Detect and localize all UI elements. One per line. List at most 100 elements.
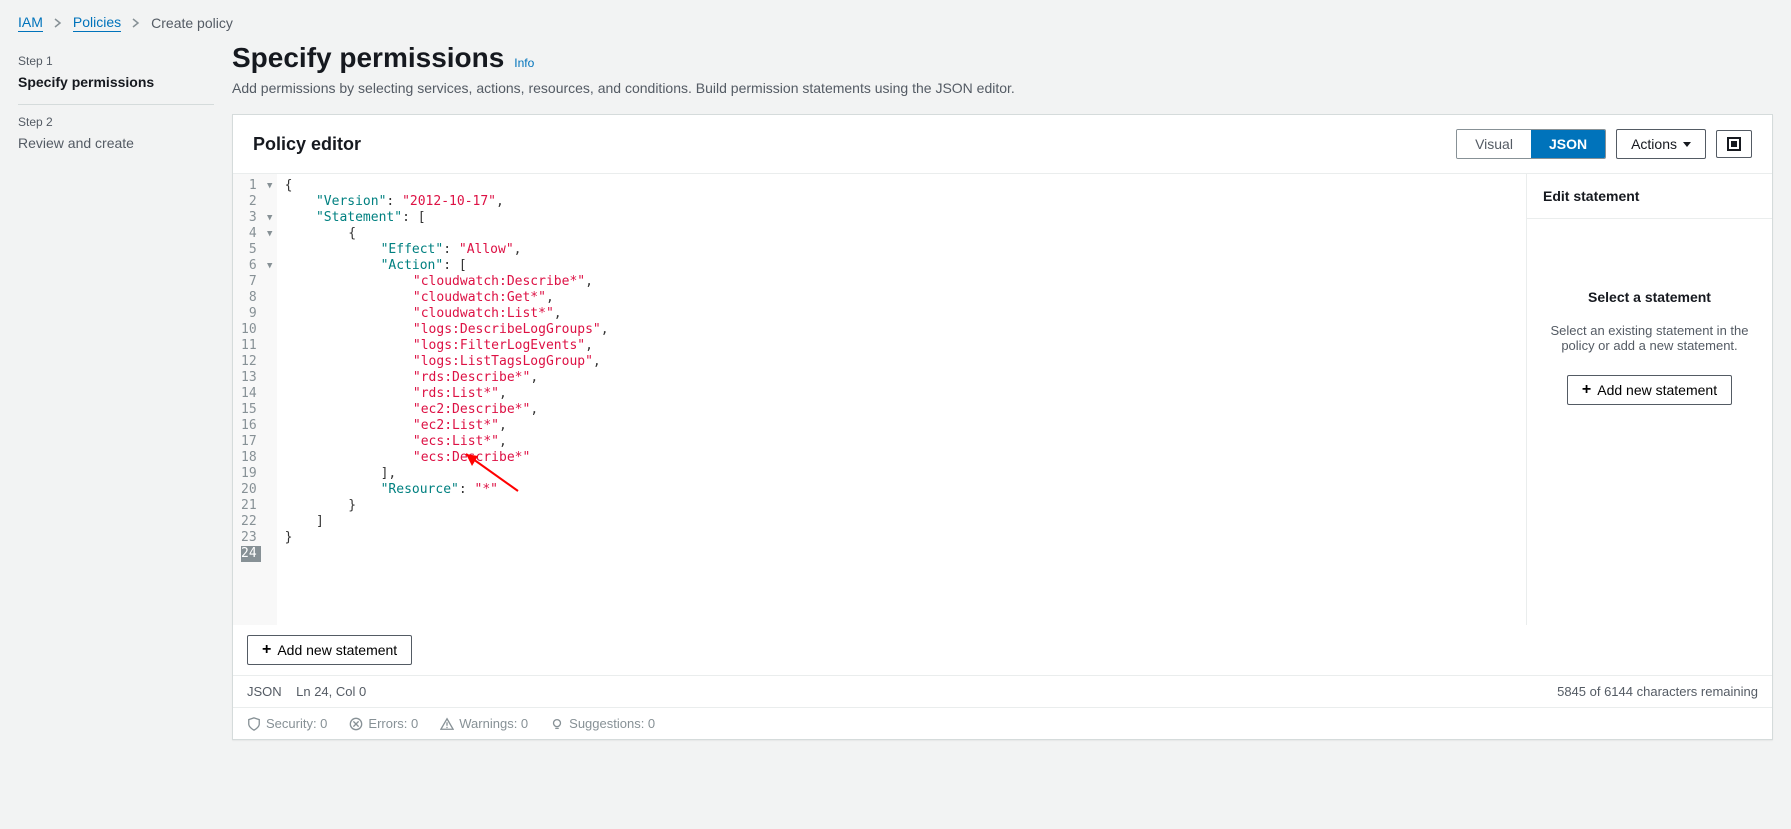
code-line[interactable]: "logs:ListTagsLogGroup", — [285, 354, 1518, 370]
line-number[interactable]: 18 — [241, 450, 261, 466]
code-line[interactable]: "Version": "2012-10-17", — [285, 194, 1518, 210]
code-line[interactable]: } — [285, 498, 1518, 514]
breadcrumb-policies[interactable]: Policies — [73, 14, 121, 32]
code-line[interactable]: "ec2:Describe*", — [285, 402, 1518, 418]
fold-toggle — [263, 530, 277, 546]
sidepanel-add-label: Add new statement — [1597, 382, 1717, 398]
fullscreen-icon — [1727, 137, 1741, 151]
line-number[interactable]: 20 — [241, 482, 261, 498]
code-line[interactable]: "ec2:List*", — [285, 418, 1518, 434]
line-number[interactable]: 3 — [241, 210, 261, 226]
line-number[interactable]: 1 — [241, 178, 261, 194]
line-number[interactable]: 5 — [241, 242, 261, 258]
code-line[interactable]: "rds:Describe*", — [285, 370, 1518, 386]
fold-toggle — [263, 498, 277, 514]
sidepanel-empty-title: Select a statement — [1588, 289, 1711, 305]
caret-down-icon — [1683, 142, 1691, 147]
policy-editor-panel: Policy editor Visual JSON Actions — [232, 114, 1773, 740]
page-header: Specify permissions Info Add permissions… — [232, 42, 1773, 96]
status-errors[interactable]: Errors: 0 — [349, 716, 418, 731]
fold-toggle[interactable]: ▼ — [263, 178, 277, 194]
actions-dropdown[interactable]: Actions — [1616, 129, 1706, 159]
code-line[interactable]: { — [285, 226, 1518, 242]
line-number[interactable]: 15 — [241, 402, 261, 418]
code-line[interactable]: "logs:FilterLogEvents", — [285, 338, 1518, 354]
fold-toggle[interactable]: ▼ — [263, 226, 277, 242]
code-line[interactable]: ], — [285, 466, 1518, 482]
fold-toggle — [263, 450, 277, 466]
line-number[interactable]: 24 — [241, 546, 261, 562]
line-number[interactable]: 13 — [241, 370, 261, 386]
breadcrumb-current: Create policy — [151, 15, 233, 31]
tab-visual[interactable]: Visual — [1457, 130, 1531, 158]
sidepanel-add-statement-button[interactable]: + Add new statement — [1567, 375, 1732, 405]
code-line[interactable]: "ecs:Describe*" — [285, 450, 1518, 466]
line-number[interactable]: 7 — [241, 274, 261, 290]
wizard-steps: Step 1 Specify permissions Step 2 Review… — [0, 38, 232, 748]
code-line[interactable]: "cloudwatch:Describe*", — [285, 274, 1518, 290]
line-number[interactable]: 17 — [241, 434, 261, 450]
line-number[interactable]: 4 — [241, 226, 261, 242]
code-line[interactable]: ] — [285, 514, 1518, 530]
fold-toggle — [263, 386, 277, 402]
code-line[interactable]: "logs:DescribeLogGroups", — [285, 322, 1518, 338]
code-line[interactable]: "Action": [ — [285, 258, 1518, 274]
shield-icon — [247, 717, 261, 731]
code-line[interactable]: "cloudwatch:Get*", — [285, 290, 1518, 306]
json-editor[interactable]: 123456789101112131415161718192021222324 … — [233, 174, 1526, 625]
fold-toggle — [263, 482, 277, 498]
code-line[interactable]: "Effect": "Allow", — [285, 242, 1518, 258]
plus-icon: + — [1582, 383, 1591, 397]
line-number[interactable]: 19 — [241, 466, 261, 482]
fold-toggle — [263, 242, 277, 258]
code-line[interactable]: "Statement": [ — [285, 210, 1518, 226]
line-number[interactable]: 9 — [241, 306, 261, 322]
fold-toggle — [263, 514, 277, 530]
actions-label: Actions — [1631, 136, 1677, 152]
line-number[interactable]: 6 — [241, 258, 261, 274]
code-line[interactable]: "cloudwatch:List*", — [285, 306, 1518, 322]
add-statement-label: Add new statement — [277, 642, 397, 658]
line-number[interactable]: 22 — [241, 514, 261, 530]
step2-name[interactable]: Review and create — [18, 129, 214, 165]
status-security[interactable]: Security: 0 — [247, 716, 327, 731]
code-line[interactable]: { — [285, 178, 1518, 194]
fold-toggle — [263, 274, 277, 290]
status-cursor: Ln 24, Col 0 — [296, 684, 366, 699]
line-number[interactable]: 16 — [241, 418, 261, 434]
tab-json[interactable]: JSON — [1531, 130, 1605, 158]
info-link[interactable]: Info — [514, 56, 534, 70]
code-line[interactable]: "rds:List*", — [285, 386, 1518, 402]
line-number[interactable]: 14 — [241, 386, 261, 402]
step1-name[interactable]: Specify permissions — [18, 68, 214, 104]
fold-toggle — [263, 194, 277, 210]
breadcrumb: IAM Policies Create policy — [0, 0, 1791, 38]
line-number[interactable]: 12 — [241, 354, 261, 370]
line-number[interactable]: 21 — [241, 498, 261, 514]
line-number[interactable]: 8 — [241, 290, 261, 306]
line-number[interactable]: 2 — [241, 194, 261, 210]
add-statement-button[interactable]: + Add new statement — [247, 635, 412, 665]
code-line[interactable]: "ecs:List*", — [285, 434, 1518, 450]
plus-icon: + — [262, 643, 271, 657]
line-number[interactable]: 11 — [241, 338, 261, 354]
status-suggestions[interactable]: Suggestions: 0 — [550, 716, 655, 731]
fold-toggle — [263, 354, 277, 370]
fold-toggle — [263, 338, 277, 354]
lightbulb-icon — [550, 717, 564, 731]
fold-toggle — [263, 402, 277, 418]
fold-toggle[interactable]: ▼ — [263, 210, 277, 226]
line-number[interactable]: 23 — [241, 530, 261, 546]
fold-toggle — [263, 322, 277, 338]
fold-toggle — [263, 546, 277, 562]
code-line[interactable]: } — [285, 530, 1518, 546]
status-warnings[interactable]: Warnings: 0 — [440, 716, 528, 731]
line-number[interactable]: 10 — [241, 322, 261, 338]
fullscreen-button[interactable] — [1716, 130, 1752, 158]
code-line[interactable] — [285, 546, 1518, 562]
validation-status-bar: Security: 0 Errors: 0 Warnings: 0 Sugges… — [233, 707, 1772, 739]
breadcrumb-iam[interactable]: IAM — [18, 14, 43, 32]
code-line[interactable]: "Resource": "*" — [285, 482, 1518, 498]
fold-toggle[interactable]: ▼ — [263, 258, 277, 274]
edit-statement-sidepanel: Edit statement Select a statement Select… — [1526, 174, 1772, 625]
